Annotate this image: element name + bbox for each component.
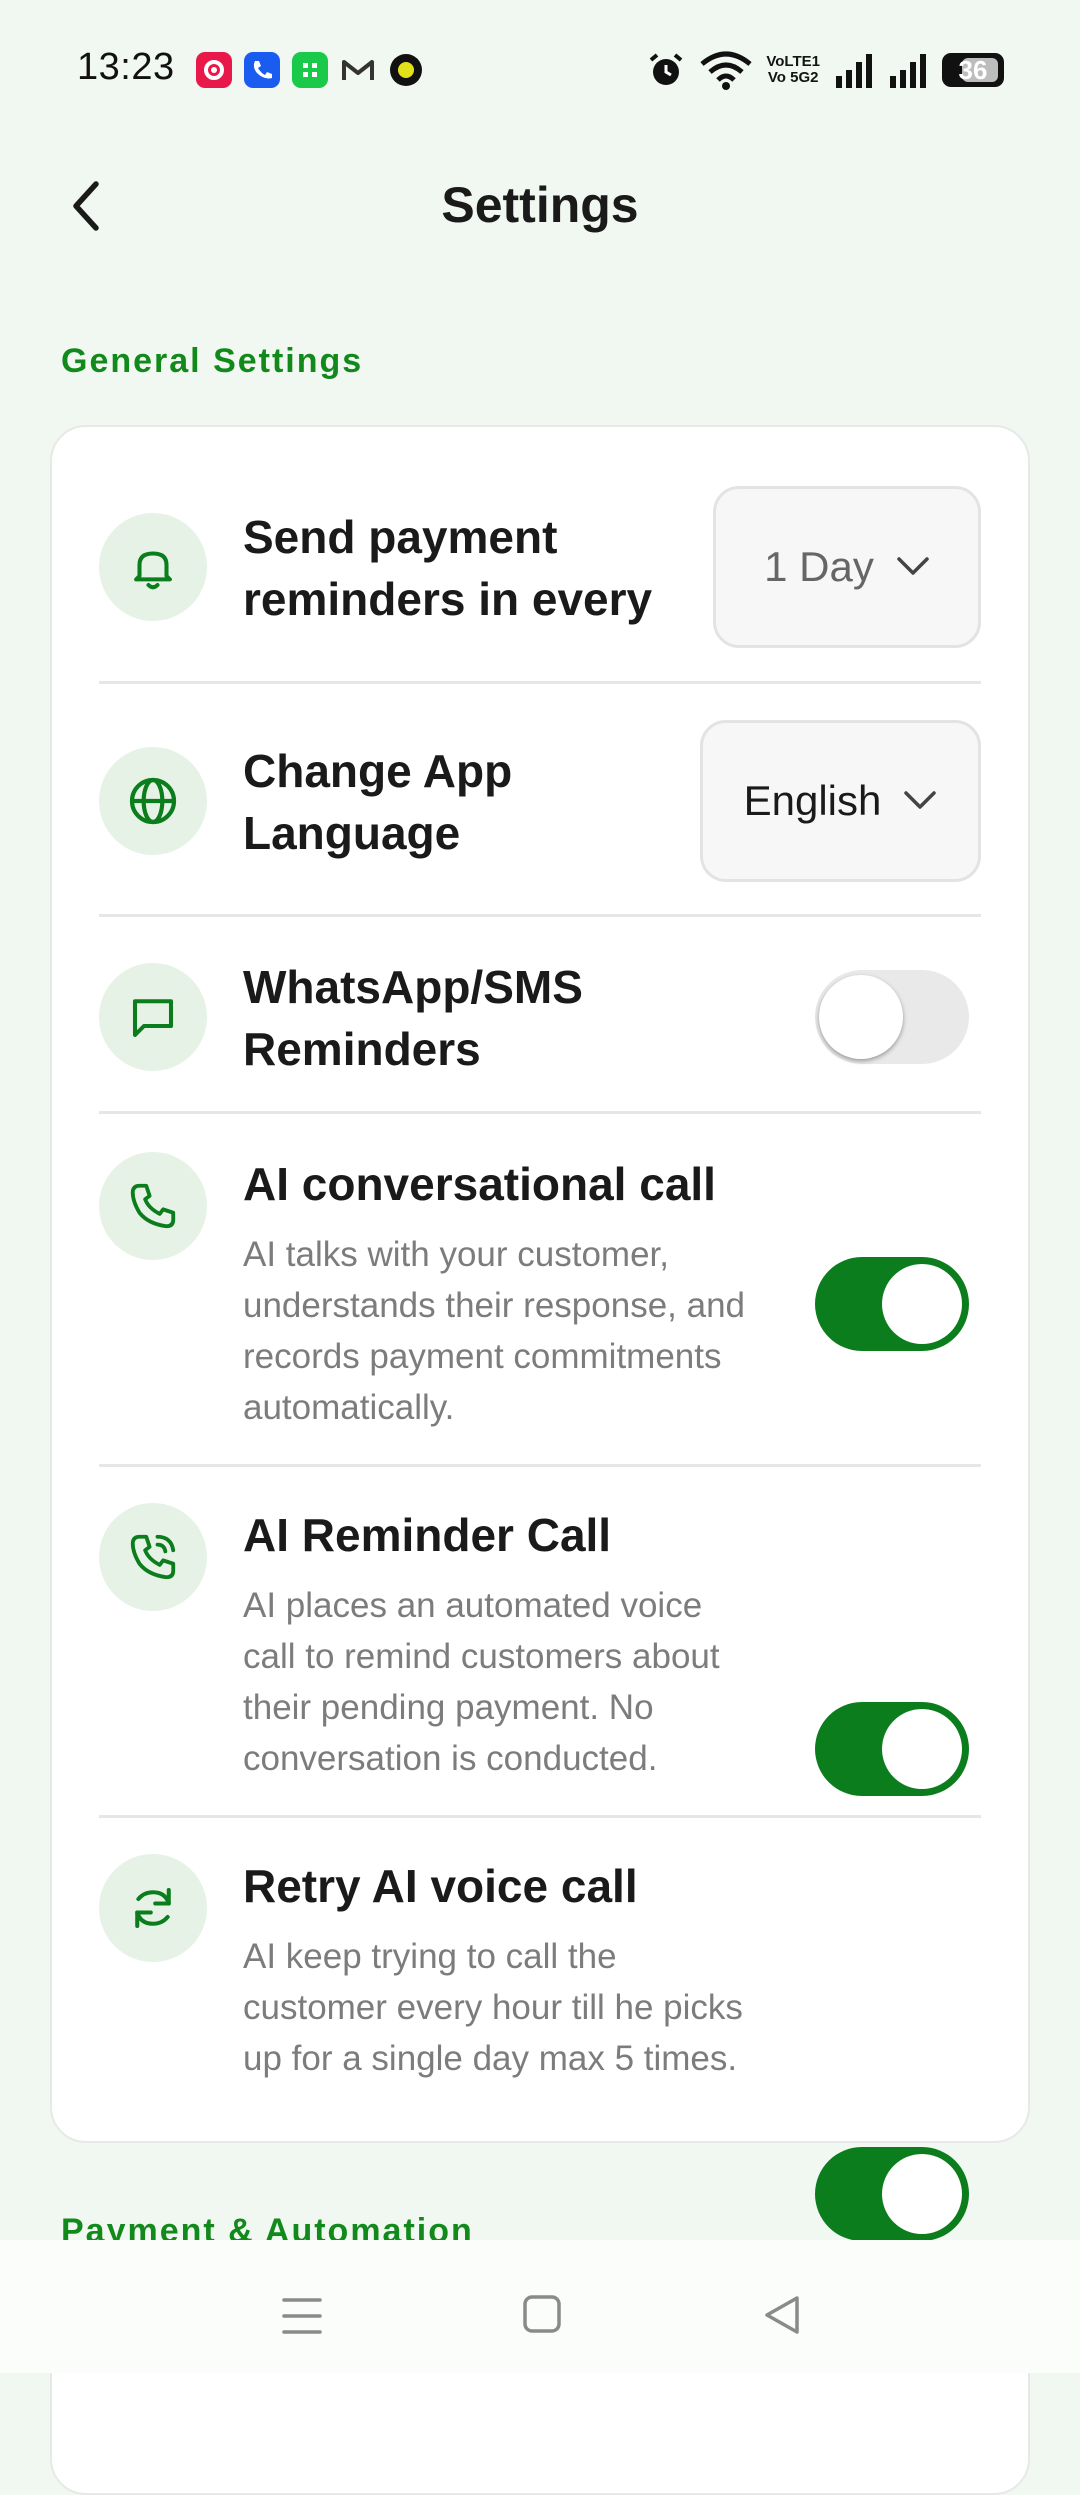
retry-ai-voice-call-toggle[interactable] bbox=[815, 2147, 969, 2241]
messaging-app-icon bbox=[292, 52, 328, 88]
divider bbox=[99, 681, 981, 684]
menu-icon bbox=[282, 2298, 322, 2334]
home-button[interactable] bbox=[522, 2294, 562, 2339]
message-icon bbox=[132, 999, 174, 1038]
music-app-icon bbox=[388, 52, 424, 88]
recent-apps-button[interactable] bbox=[280, 2296, 324, 2341]
section-title-general: General Settings bbox=[61, 342, 364, 380]
refresh-icon bbox=[135, 1887, 171, 1929]
gmail-icon bbox=[340, 52, 376, 88]
toggle-knob bbox=[819, 975, 903, 1059]
alarm-icon bbox=[650, 53, 683, 85]
globe-icon bbox=[129, 777, 177, 825]
ai-reminder-call-toggle[interactable] bbox=[815, 1702, 969, 1796]
status-time: 13:23 bbox=[77, 46, 175, 88]
reminder-interval-dropdown[interactable]: 1 Day bbox=[713, 486, 981, 648]
retry-icon-circle bbox=[99, 1854, 207, 1962]
settings-app-icon bbox=[196, 52, 232, 88]
phone-icon bbox=[130, 1183, 176, 1229]
page-title: Settings bbox=[441, 177, 639, 233]
divider bbox=[99, 1815, 981, 1818]
ai-reminder-call-description: AI places an automated voice call to rem… bbox=[243, 1586, 720, 1778]
signal-icon-2 bbox=[890, 54, 926, 88]
whatsapp-sms-label: WhatsApp/SMS Reminders bbox=[243, 961, 583, 1075]
ai-conversational-call-description: AI talks with your customer, understands… bbox=[243, 1235, 745, 1427]
globe-icon-circle bbox=[99, 747, 207, 855]
phone-call-icon bbox=[130, 1534, 176, 1580]
chevron-down-icon bbox=[897, 557, 929, 575]
wifi-icon bbox=[700, 51, 752, 90]
whatsapp-sms-toggle[interactable] bbox=[815, 970, 969, 1064]
square-icon bbox=[523, 2295, 561, 2333]
bell-icon-circle bbox=[99, 513, 207, 621]
phone-call-icon-circle bbox=[99, 1503, 207, 1611]
retry-ai-voice-call-title: Retry AI voice call bbox=[243, 1860, 638, 1912]
payment-reminder-label: Send payment reminders in every bbox=[243, 511, 653, 625]
ai-conversational-call-title: AI conversational call bbox=[243, 1158, 716, 1210]
reminder-interval-value: 1 Day bbox=[764, 543, 874, 590]
back-nav-button[interactable] bbox=[762, 2294, 802, 2341]
language-dropdown[interactable]: English bbox=[700, 720, 981, 882]
system-icons: VoLTE1 Vo 5G2 36 bbox=[646, 50, 1004, 90]
language-label: Change App Language bbox=[243, 745, 513, 859]
language-value: English bbox=[743, 777, 882, 824]
battery-icon: 36 bbox=[942, 53, 1004, 87]
divider bbox=[99, 1464, 981, 1467]
message-icon-circle bbox=[99, 963, 207, 1071]
network-label: VoLTE1 Vo 5G2 bbox=[766, 53, 820, 86]
ai-conversational-call-toggle[interactable] bbox=[815, 1257, 969, 1351]
ai-reminder-call-title: AI Reminder Call bbox=[243, 1509, 612, 1561]
toggle-knob bbox=[882, 1264, 962, 1344]
toggle-knob bbox=[882, 2154, 962, 2234]
phone-app-icon bbox=[244, 52, 280, 88]
divider bbox=[99, 914, 981, 917]
signal-icon-1 bbox=[836, 54, 872, 88]
retry-ai-voice-call-description: AI keep trying to call the customer ever… bbox=[243, 1937, 743, 2078]
divider bbox=[99, 1111, 981, 1114]
phone-icon-circle bbox=[99, 1152, 207, 1260]
chevron-down-icon bbox=[904, 791, 937, 809]
bell-icon bbox=[134, 551, 172, 590]
system-navigation-bar bbox=[0, 2240, 1080, 2373]
triangle-back-icon bbox=[765, 2296, 799, 2334]
toggle-knob bbox=[882, 1709, 962, 1789]
notification-icons bbox=[196, 52, 424, 88]
